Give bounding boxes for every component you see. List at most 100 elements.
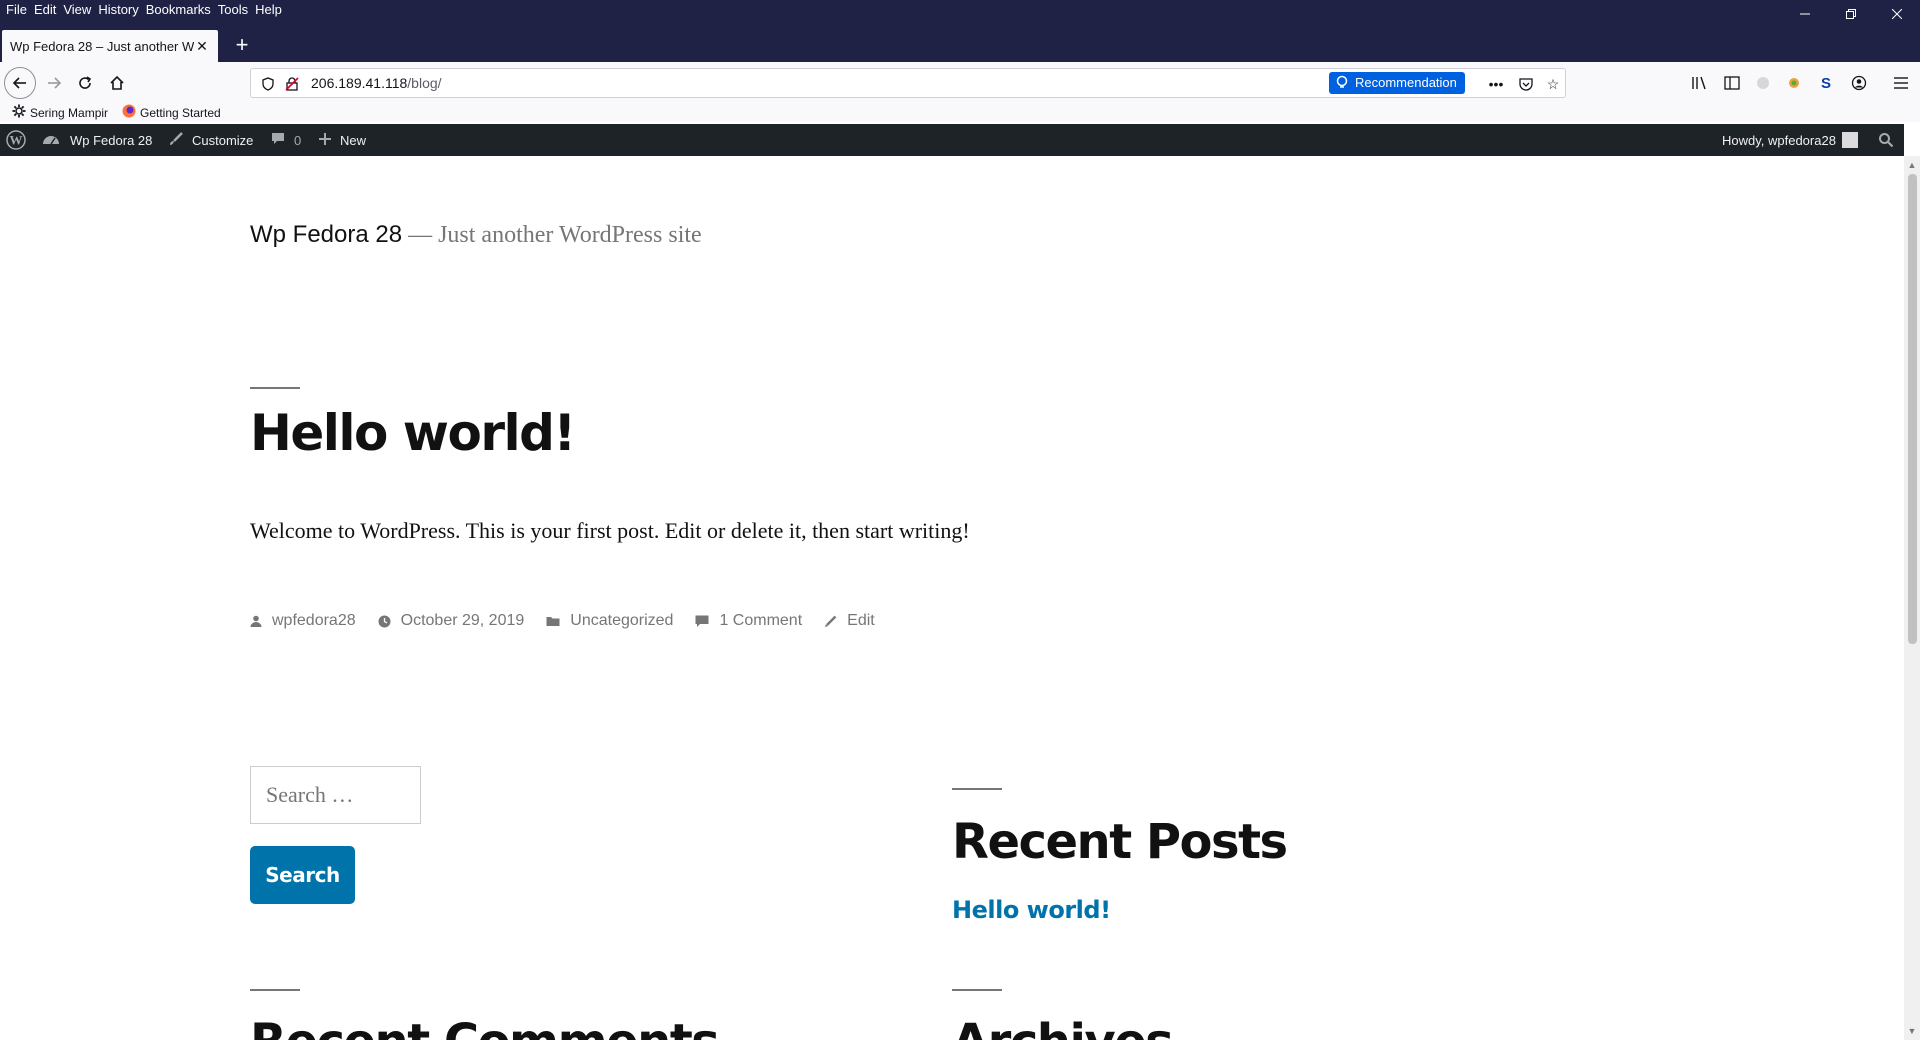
tab-title: Wp Fedora 28 – Just another WordP (10, 38, 194, 54)
post-date[interactable]: October 29, 2019 (378, 612, 525, 630)
wp-comments-count: 0 (294, 132, 302, 148)
bookmark-sering-mampir[interactable]: Sering Mampir (12, 104, 108, 121)
scroll-up-icon[interactable]: ▲ (1907, 160, 1917, 170)
bookmark-label: Getting Started (140, 105, 221, 120)
avatar (1841, 132, 1858, 148)
scroll-thumb[interactable] (1908, 174, 1917, 644)
url-text[interactable]: 206.189.41.118/blog/ (311, 75, 442, 91)
site-description: Just another WordPress site (438, 222, 702, 248)
menu-help[interactable]: Help (255, 2, 289, 18)
post-body: Welcome to WordPress. This is your first… (250, 518, 970, 543)
wp-site-name-label: Wp Fedora 28 (70, 132, 153, 148)
menu-view[interactable]: View (63, 2, 98, 18)
post-author[interactable]: wpfedora28 (250, 612, 356, 630)
reload-icon[interactable] (71, 69, 99, 97)
menu-bookmarks[interactable]: Bookmarks (146, 2, 218, 18)
post-edit-text: Edit (847, 612, 875, 629)
wp-customize[interactable]: Customize (168, 124, 253, 156)
menu-file[interactable]: File (6, 2, 34, 18)
site-header: Wp Fedora 28— Just another WordPress site (250, 221, 702, 249)
recent-post-link[interactable]: Hello world! (952, 896, 1111, 924)
post-category[interactable]: Uncategorized (546, 612, 673, 630)
recent-comments-title: Recent Comments (250, 1014, 720, 1040)
site-separator: — (408, 222, 433, 248)
widget-divider (952, 788, 1002, 790)
page-scrollbar[interactable]: ▲ ▼ (1904, 156, 1920, 1040)
clock-icon (378, 615, 391, 628)
post-comments-link[interactable]: 1 Comment (695, 612, 802, 630)
page-actions-icon[interactable]: ••• (1485, 73, 1507, 95)
search-input[interactable]: Search … (250, 766, 421, 824)
site-title[interactable]: Wp Fedora 28 (250, 221, 402, 248)
search-button[interactable]: Search (250, 846, 355, 904)
menu-icon[interactable] (1890, 72, 1912, 94)
nav-bar: 206.189.41.118/blog/ Recommendation ••• … (0, 62, 1920, 102)
wp-admin-bar: W Wp Fedora 28 Customize 0 New Howdy, wp… (0, 124, 1904, 156)
page-content: Wp Fedora 28— Just another WordPress site… (0, 156, 1904, 1040)
firefox-icon (122, 104, 136, 121)
forward-icon[interactable] (40, 69, 68, 97)
pencil-icon (824, 615, 837, 628)
new-tab-icon[interactable]: + (230, 34, 254, 58)
bookmark-label: Sering Mampir (30, 105, 109, 120)
post-author-name: wpfedora28 (272, 612, 356, 629)
menu-edit[interactable]: Edit (34, 2, 63, 18)
wp-customize-label: Customize (192, 132, 254, 148)
url-path: /blog/ (407, 75, 442, 91)
addon-icon[interactable] (1783, 72, 1805, 94)
browser-window: File Edit View History Bookmarks Tools H… (0, 0, 1920, 1040)
s-extension-icon[interactable]: S (1815, 72, 1837, 94)
dashboard-icon (42, 132, 60, 149)
bookmark-getting-started[interactable]: Getting Started (122, 104, 221, 121)
url-host: 206.189.41.118 (311, 75, 408, 91)
archives-title: Archives (952, 1014, 1174, 1040)
wordpress-logo-icon[interactable]: W (6, 124, 26, 156)
plus-icon (318, 132, 332, 149)
scroll-down-icon[interactable]: ▼ (1907, 1026, 1917, 1036)
paintbrush-icon (168, 131, 184, 150)
pocket-icon[interactable] (1515, 73, 1537, 95)
post-comments-text: 1 Comment (719, 612, 803, 629)
wp-account-menu[interactable]: Howdy, wpfedora28 (1722, 124, 1858, 156)
person-icon (250, 615, 262, 627)
svg-text:W: W (10, 133, 23, 148)
wp-new[interactable]: New (318, 124, 366, 156)
post-divider (250, 387, 300, 389)
url-bar[interactable]: 206.189.41.118/blog/ Recommendation ••• … (250, 68, 1566, 98)
wp-new-label: New (340, 132, 367, 148)
insecure-lock-icon[interactable] (283, 75, 301, 93)
post-edit-link[interactable]: Edit (824, 612, 875, 630)
widget-divider (250, 989, 300, 991)
sidebar-icon[interactable] (1721, 72, 1743, 94)
tab-bar: Wp Fedora 28 – Just another WordP ✕ + (0, 22, 1920, 62)
library-icon[interactable] (1688, 72, 1710, 94)
recommendation-button[interactable]: Recommendation (1329, 72, 1465, 94)
gear-icon (12, 104, 26, 121)
wp-site-name[interactable]: Wp Fedora 28 (42, 124, 152, 156)
tab-active[interactable]: Wp Fedora 28 – Just another WordP ✕ (2, 30, 218, 62)
menu-bar: File Edit View History Bookmarks Tools H… (0, 0, 1920, 22)
post-date-text: October 29, 2019 (400, 612, 525, 629)
back-icon[interactable] (4, 67, 36, 99)
tracking-shield-icon[interactable] (259, 75, 277, 93)
menu-tools[interactable]: Tools (218, 2, 255, 18)
home-icon[interactable] (103, 69, 131, 97)
bookmark-star-icon[interactable]: ☆ (1542, 73, 1564, 95)
comment-icon (695, 615, 709, 628)
menu-history[interactable]: History (98, 2, 145, 18)
account-icon[interactable] (1848, 72, 1870, 94)
folder-icon (546, 615, 560, 627)
post-category-text: Uncategorized (570, 612, 674, 629)
wp-comments[interactable]: 0 (270, 124, 301, 156)
bookmarks-bar: Sering Mampir Getting Started (0, 102, 1920, 122)
wp-search-icon[interactable] (1878, 124, 1894, 156)
recommendation-label: Recommendation (1355, 75, 1457, 90)
close-tab-icon[interactable]: ✕ (194, 38, 210, 55)
wp-greeting: Howdy, wpfedora28 (1722, 132, 1836, 148)
widget-divider (952, 989, 1002, 991)
post-title[interactable]: Hello world! (250, 404, 576, 462)
lightbulb-icon (1336, 75, 1348, 98)
extension-icon[interactable] (1752, 72, 1774, 94)
recent-posts-title: Recent Posts (952, 814, 1288, 870)
comment-bubble-icon (270, 131, 286, 150)
